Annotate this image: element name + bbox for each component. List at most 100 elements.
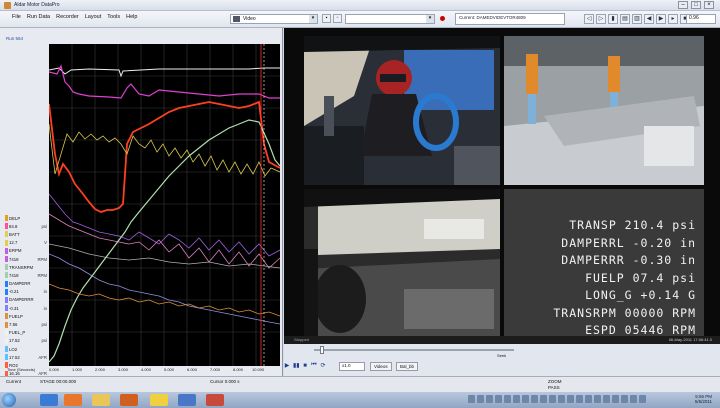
channel-row[interactable]: 12.7 V xyxy=(5,239,47,247)
channel-row[interactable]: FUEL_P xyxy=(5,329,47,337)
tray-icon[interactable] xyxy=(486,395,493,403)
tray-icon[interactable] xyxy=(513,395,520,403)
trace-green xyxy=(49,119,280,363)
marker-button[interactable]: ▮ xyxy=(608,14,618,24)
current-run-field[interactable]: Current: DAMEDVIDEVTOR4809 xyxy=(455,13,565,25)
close-button[interactable]: × xyxy=(704,1,714,9)
tray-icon[interactable] xyxy=(558,395,565,403)
menu-layout[interactable]: Layout xyxy=(85,14,102,20)
channel-unit: psi xyxy=(41,338,48,344)
front-camera-view[interactable] xyxy=(304,189,500,338)
channel-row[interactable]: 7418 RPM xyxy=(5,255,47,263)
channel-row[interactable]: 84.8 psi xyxy=(5,222,47,230)
tray-icon[interactable] xyxy=(477,395,484,403)
time-tick: 8.000 xyxy=(233,367,244,372)
nav-forward-button[interactable]: ▷ xyxy=(596,14,606,24)
channel-color-swatch xyxy=(5,305,8,312)
folder-icon[interactable] xyxy=(92,394,110,406)
time-tick: 4.000 xyxy=(141,367,152,372)
layout-b-button[interactable]: ▥ xyxy=(632,14,642,24)
skip-back-icon[interactable]: ⏮ xyxy=(311,362,317,369)
trace-yellow xyxy=(49,123,280,177)
browser-icon[interactable] xyxy=(40,394,58,406)
tray-icon[interactable] xyxy=(531,395,538,403)
channel-row[interactable]: TRANSRPM xyxy=(5,263,47,271)
menu-help[interactable]: Help xyxy=(126,14,137,20)
minimize-button[interactable]: – xyxy=(678,1,688,9)
channel-row[interactable]: 17.52 AFR xyxy=(5,353,47,361)
channel-row[interactable]: FUELP xyxy=(5,312,47,320)
step-back-button[interactable]: ◀ xyxy=(644,14,654,24)
taskbar-clock[interactable]: 5:56 PM 5/6/2011 xyxy=(695,394,712,404)
channel-row[interactable]: DAMPERRR xyxy=(5,296,47,304)
tray-icon[interactable] xyxy=(612,395,619,403)
maximize-button[interactable]: □ xyxy=(691,1,701,9)
channel-unit: AFR xyxy=(38,354,47,360)
nav-back-button[interactable]: ◁ xyxy=(584,14,594,24)
pause-icon[interactable]: ▮▮ xyxy=(293,362,300,369)
tray-icon[interactable] xyxy=(576,395,583,403)
channel-name: DELP xyxy=(9,215,21,221)
save-icon[interactable]: ▪ xyxy=(322,14,331,23)
layout-combo[interactable]: ▾ xyxy=(345,14,435,24)
menu-tools[interactable]: Tools xyxy=(107,14,120,20)
video-dropdown-value: Video xyxy=(243,16,256,22)
play-button[interactable]: ▶ xyxy=(656,14,666,24)
datapro-taskbar-icon[interactable] xyxy=(150,394,168,406)
print-icon[interactable]: ▫ xyxy=(333,14,342,23)
channel-color-swatch xyxy=(5,321,8,328)
tray-icon[interactable] xyxy=(495,395,502,403)
seek-slider[interactable] xyxy=(314,349,514,351)
channel-name: TRANSRPM xyxy=(9,264,34,270)
tray-icon[interactable] xyxy=(621,395,628,403)
channel-row[interactable]: DELP xyxy=(5,214,47,222)
bal-button[interactable]: Bal_bb xyxy=(396,362,419,371)
channel-color-swatch xyxy=(5,264,8,271)
channel-row[interactable]: LO2 xyxy=(5,345,47,353)
video-dropdown[interactable]: Video ▾ xyxy=(230,14,318,24)
channel-row[interactable]: ERPM xyxy=(5,247,47,255)
tray-icon[interactable] xyxy=(603,395,610,403)
channel-row[interactable]: -0.31 in xyxy=(5,304,47,312)
tray-icon[interactable] xyxy=(540,395,547,403)
tray-icon[interactable] xyxy=(585,395,592,403)
channel-row[interactable]: DAMPERR xyxy=(5,280,47,288)
document-icon[interactable] xyxy=(178,394,196,406)
menu-run-data[interactable]: Run Data xyxy=(27,14,50,20)
stop-icon[interactable]: ■ xyxy=(302,363,308,369)
channel-row[interactable]: 7418 RPM xyxy=(5,271,47,279)
tray-icon[interactable] xyxy=(567,395,574,403)
channel-unit: RPM xyxy=(37,256,47,262)
channel-row[interactable]: -0.21 in xyxy=(5,288,47,296)
tray-icon[interactable] xyxy=(630,395,637,403)
tray-icon[interactable] xyxy=(549,395,556,403)
loop-icon[interactable]: ⟳ xyxy=(320,362,326,369)
seek-slider-thumb[interactable] xyxy=(320,346,324,354)
navigation-buttons: ◁ ▷ ▮ ▤ ▥ ◀ ▶ ▸ ■ ◂ xyxy=(584,14,702,24)
start-button[interactable] xyxy=(2,393,16,407)
menu-file[interactable]: File xyxy=(12,14,21,20)
play-icon[interactable]: ▶ xyxy=(284,362,290,369)
tray-icon[interactable] xyxy=(594,395,601,403)
step-forward-button[interactable]: ▸ xyxy=(668,14,678,24)
tray-icon[interactable] xyxy=(468,395,475,403)
tray-icon[interactable] xyxy=(504,395,511,403)
videos-button[interactable]: Videos xyxy=(370,362,392,371)
menu-recorder[interactable]: Recorder xyxy=(56,14,79,20)
tray-icon[interactable] xyxy=(639,395,646,403)
channel-row[interactable]: 7.56 psi xyxy=(5,320,47,328)
zoom-field[interactable]: 0.96 xyxy=(686,14,716,24)
playback-speed-select[interactable]: x1.0 xyxy=(339,362,365,371)
channel-row[interactable]: 17.52 psi xyxy=(5,337,47,345)
time-plot[interactable] xyxy=(49,44,280,366)
record-icon[interactable] xyxy=(440,16,445,21)
channel-row[interactable]: BATT xyxy=(5,230,47,238)
media-icon[interactable] xyxy=(206,394,224,406)
channel-name: BATT xyxy=(9,231,20,237)
suspension-camera-view[interactable] xyxy=(504,36,704,185)
layout-a-button[interactable]: ▤ xyxy=(620,14,630,24)
tray-icon[interactable] xyxy=(522,395,529,403)
firefox-icon[interactable] xyxy=(64,394,82,406)
app-icon-orange[interactable] xyxy=(120,394,138,406)
driver-camera-view[interactable] xyxy=(304,36,500,185)
